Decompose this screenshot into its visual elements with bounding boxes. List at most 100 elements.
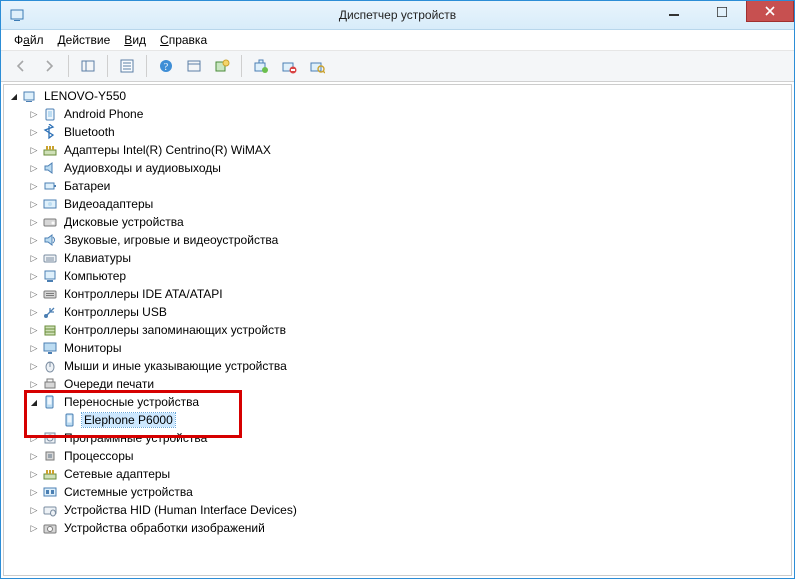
expand-arrow-icon[interactable]: ▷ — [28, 306, 40, 318]
separator — [241, 55, 242, 77]
menu-view[interactable]: Вид — [117, 31, 153, 49]
device-manager-window: Диспетчер устройств Файл Действие Вид Сп… — [0, 0, 795, 579]
tree-category[interactable]: ▷ Контроллеры IDE ATA/ATAPI — [4, 285, 791, 303]
hid-icon — [42, 502, 58, 518]
tree-category[interactable]: ▷ Очереди печати — [4, 375, 791, 393]
help-button[interactable]: ? — [153, 53, 179, 79]
usb-icon — [42, 304, 58, 320]
expand-arrow-icon[interactable]: ▷ — [28, 486, 40, 498]
expand-arrow-icon[interactable]: ▷ — [28, 504, 40, 516]
tree-item-label: Компьютер — [62, 269, 128, 283]
back-button[interactable] — [8, 53, 34, 79]
properties-button[interactable] — [114, 53, 140, 79]
tree-item-label: Мыши и иные указывающие устройства — [62, 359, 289, 373]
tree-category[interactable]: ▷Контроллеры запоминающих устройств — [4, 321, 791, 339]
tree-category[interactable]: ▷ Программные устройства — [4, 429, 791, 447]
expand-arrow-icon[interactable]: ▷ — [28, 378, 40, 390]
expand-arrow-icon[interactable]: ▷ — [28, 288, 40, 300]
separator — [146, 55, 147, 77]
tree-item-label: Дисковые устройства — [62, 215, 186, 229]
tree-root-node[interactable]: ◢LENOVO-Y550 — [4, 87, 791, 105]
close-button[interactable] — [746, 1, 794, 22]
tree-item-label: Контроллеры USB — [62, 305, 169, 319]
tree-item-label: Контроллеры IDE ATA/ATAPI — [62, 287, 225, 301]
tree-item-label: Bluetooth — [62, 125, 117, 139]
expand-arrow-icon[interactable]: ▷ — [28, 522, 40, 534]
expand-arrow-icon[interactable]: ▷ — [28, 162, 40, 174]
bt-icon — [42, 124, 58, 140]
expand-arrow-icon[interactable]: ▷ — [28, 324, 40, 336]
tree-category[interactable]: ▷Системные устройства — [4, 483, 791, 501]
collapse-arrow-icon[interactable]: ◢ — [28, 396, 40, 408]
show-hide-tree-button[interactable] — [75, 53, 101, 79]
expand-arrow-icon[interactable]: ▷ — [28, 252, 40, 264]
maximize-button[interactable] — [698, 1, 746, 23]
tree-category[interactable]: ▷ Компьютер — [4, 267, 791, 285]
tree-category[interactable]: ▷Батареи — [4, 177, 791, 195]
update-driver-button[interactable] — [209, 53, 235, 79]
menu-action[interactable]: Действие — [51, 31, 118, 49]
tree-item-label: Очереди печати — [62, 377, 156, 391]
tree-category[interactable]: ▷ Видеоадаптеры — [4, 195, 791, 213]
tree-item-label: Аудиовходы и аудиовыходы — [62, 161, 223, 175]
tree-category[interactable]: ▷ Звуковые, игровые и видеоустройства — [4, 231, 791, 249]
scan-hardware-button[interactable] — [304, 53, 330, 79]
sys-icon — [42, 484, 58, 500]
expand-arrow-icon[interactable]: ▷ — [28, 234, 40, 246]
action-button[interactable] — [181, 53, 207, 79]
app-icon — [9, 7, 25, 23]
tree-item-label: Видеоадаптеры — [62, 197, 155, 211]
tree-category[interactable]: ▷Адаптеры Intel(R) Centrino(R) WiMAX — [4, 141, 791, 159]
expand-arrow-icon[interactable]: ▷ — [28, 144, 40, 156]
tree-category[interactable]: ▷Android Phone — [4, 105, 791, 123]
cpu-icon — [42, 448, 58, 464]
monitor-icon — [42, 340, 58, 356]
expand-arrow-icon[interactable]: ▷ — [28, 180, 40, 192]
uninstall-button[interactable] — [248, 53, 274, 79]
tree-category[interactable]: ◢ Переносные устройства — [4, 393, 791, 411]
expand-arrow-icon[interactable]: ▷ — [28, 450, 40, 462]
tree-spacer — [48, 414, 60, 426]
kbd-icon — [42, 250, 58, 266]
tree-category[interactable]: ▷ Bluetooth — [4, 123, 791, 141]
sound-icon — [42, 232, 58, 248]
toolbar: ? — [1, 51, 794, 82]
tree-category[interactable]: ▷Сетевые адаптеры — [4, 465, 791, 483]
expand-arrow-icon[interactable]: ▷ — [28, 432, 40, 444]
tree-category[interactable]: ▷Мониторы — [4, 339, 791, 357]
expand-arrow-icon[interactable]: ▷ — [28, 126, 40, 138]
tree-item-label: Переносные устройства — [62, 395, 201, 409]
expand-arrow-icon[interactable]: ▷ — [28, 360, 40, 372]
expand-arrow-icon[interactable]: ▷ — [28, 108, 40, 120]
expand-arrow-icon[interactable]: ▷ — [28, 468, 40, 480]
forward-button[interactable] — [36, 53, 62, 79]
tree-category[interactable]: ▷ Контроллеры USB — [4, 303, 791, 321]
separator — [107, 55, 108, 77]
minimize-button[interactable] — [650, 1, 698, 23]
tree-item-label: Программные устройства — [62, 431, 209, 445]
expand-arrow-icon[interactable]: ▷ — [28, 216, 40, 228]
tree-category[interactable]: ▷Процессоры — [4, 447, 791, 465]
tree-category[interactable]: ▷ Устройства обработки изображений — [4, 519, 791, 537]
disk-icon — [42, 214, 58, 230]
tree-category[interactable]: ▷ Мыши и иные указывающие устройства — [4, 357, 791, 375]
battery-icon — [42, 178, 58, 194]
device-tree[interactable]: ◢LENOVO-Y550▷Android Phone▷Bluetooth▷Ада… — [3, 84, 792, 576]
expand-arrow-icon[interactable]: ▷ — [28, 198, 40, 210]
disable-button[interactable] — [276, 53, 302, 79]
tree-item-label: Устройства обработки изображений — [62, 521, 267, 535]
root-icon — [22, 88, 38, 104]
tree-category[interactable]: ▷Устройства HID (Human Interface Devices… — [4, 501, 791, 519]
tree-category[interactable]: ▷ Дисковые устройства — [4, 213, 791, 231]
collapse-arrow-icon[interactable]: ◢ — [8, 90, 20, 102]
tree-category[interactable]: ▷ Аудиовходы и аудиовыходы — [4, 159, 791, 177]
android-icon — [42, 106, 58, 122]
menu-help[interactable]: Справка — [153, 31, 214, 49]
tree-category[interactable]: ▷Клавиатуры — [4, 249, 791, 267]
menubar: Файл Действие Вид Справка — [1, 30, 794, 51]
menu-file[interactable]: Файл — [7, 31, 51, 49]
tree-item-label: Звуковые, игровые и видеоустройства — [62, 233, 280, 247]
expand-arrow-icon[interactable]: ▷ — [28, 342, 40, 354]
expand-arrow-icon[interactable]: ▷ — [28, 270, 40, 282]
tree-device[interactable]: Elephone P6000 — [4, 411, 791, 429]
